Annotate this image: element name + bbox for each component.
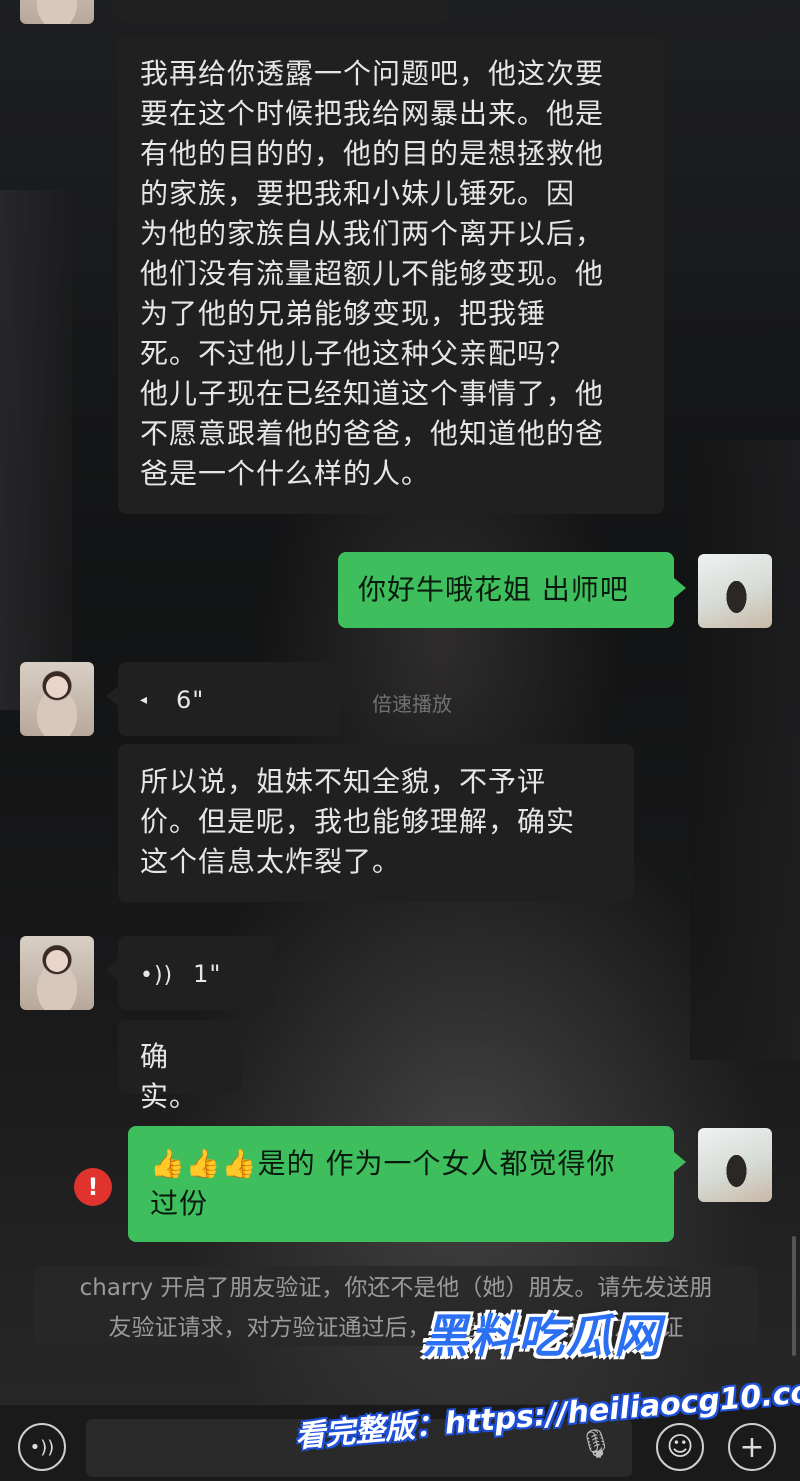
message-line: 这个信息太炸裂了。	[140, 845, 402, 878]
watermark-logo: 黑料吃瓜网	[422, 1309, 662, 1363]
message-line: 的家族，要把我和小妹儿锤死。因	[140, 177, 576, 210]
message-bubble-incoming[interactable]: 确实。	[118, 1020, 242, 1113]
message-text: 你好牛哦花姐 出师吧	[358, 573, 629, 606]
message-line: 过份	[150, 1187, 209, 1220]
background-shape	[0, 190, 72, 710]
avatar-contact[interactable]	[20, 936, 94, 1010]
message-line: 不愿意跟着他的爸爸，他知道他的爸	[140, 417, 605, 450]
voice-message-bubble[interactable]: ◂ 6"	[106, 662, 340, 736]
message-line: 价。但是呢，我也能够理解，确实	[140, 805, 576, 838]
message-bubble-outgoing[interactable]: 👍👍👍是的 作为一个女人都觉得你 过份	[128, 1126, 686, 1242]
message-line: 为他的家族自从我们两个离开以后，	[140, 217, 605, 250]
message-line: 要在这个时候把我给网暴出来。他是	[140, 97, 605, 130]
message-bubble-outgoing[interactable]: 你好牛哦花姐 出师吧	[338, 552, 686, 628]
message-line: 爸是一个什么样的人。	[140, 457, 431, 490]
background-shape	[690, 440, 800, 1060]
background-video-label: 倍速播放	[372, 692, 452, 716]
message-line: 👍👍👍是的 作为一个女人都觉得你	[150, 1147, 616, 1180]
message-line: 所以说，姐妹不知全貌，不予评	[140, 765, 547, 798]
scrollbar[interactable]	[792, 1236, 796, 1356]
message-text: 确实。	[140, 1040, 199, 1113]
message-line: 他们没有流量超额儿不能够变现。他	[140, 257, 605, 290]
plus-icon[interactable]: +	[728, 1423, 776, 1471]
message-bubble-incoming[interactable]: 所以说，姐妹不知全貌，不予评 价。但是呢，我也能够理解，确实 这个信息太炸裂了。	[118, 744, 634, 902]
voice-toggle-icon[interactable]: •))	[18, 1423, 66, 1471]
avatar-contact[interactable]	[20, 662, 94, 736]
voice-duration: 6"	[175, 686, 205, 714]
avatar-self[interactable]	[698, 1128, 772, 1202]
message-line: 有他的目的的，他的目的是想拯救他	[140, 137, 605, 170]
bubble-partial	[118, 0, 448, 22]
voice-playing-icon: ◂	[140, 692, 149, 708]
voice-message-bubble[interactable]: •)) 1"	[106, 936, 274, 1010]
message-bubble-incoming[interactable]: 我再给你透露一个问题吧，他这次要 要在这个时候把我给网暴出来。他是 有他的目的的…	[118, 36, 664, 514]
message-line: 我再给你透露一个问题吧，他这次要	[140, 57, 605, 90]
message-line: 死。不过他儿子他这种父亲配吗？	[140, 337, 576, 370]
microphone-icon[interactable]: 🎙	[578, 1427, 614, 1460]
voice-duration: 1"	[193, 960, 222, 988]
voice-wave-icon: •))	[140, 963, 174, 988]
message-line: 他儿子现在已经知道这个事情了，他	[140, 377, 605, 410]
send-failed-icon[interactable]: !	[74, 1168, 112, 1206]
avatar-self[interactable]	[698, 554, 772, 628]
emoji-icon[interactable]: ☺	[656, 1423, 704, 1471]
message-line: 为了他的兄弟能够变现，把我锤	[140, 297, 547, 330]
avatar-contact[interactable]	[20, 0, 94, 24]
